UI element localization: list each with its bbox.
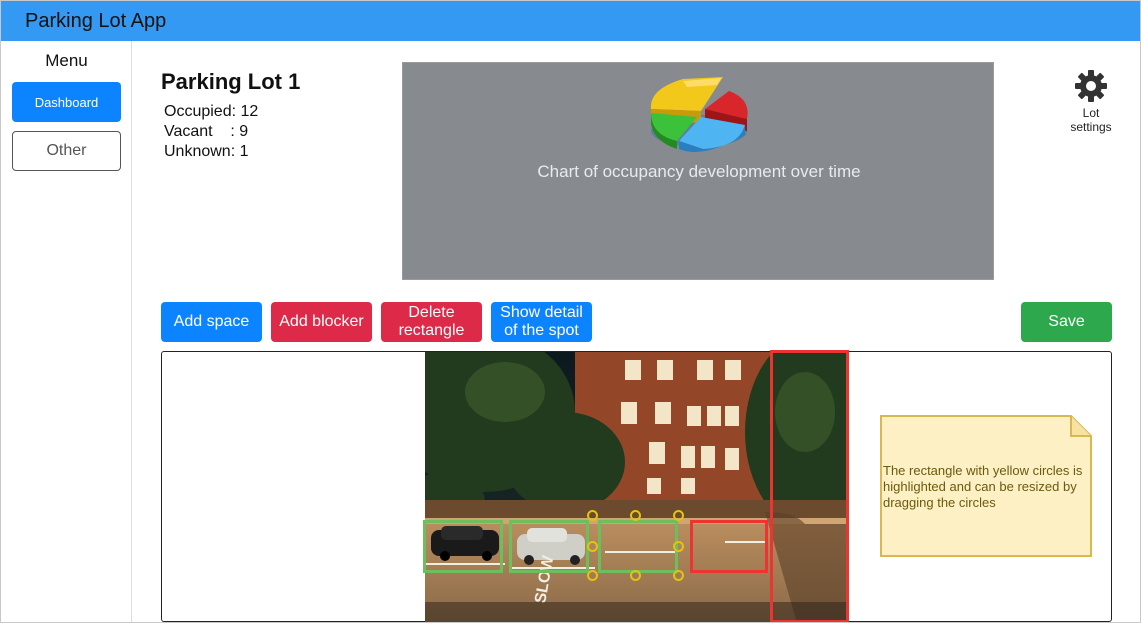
delete-label-line2: rectangle bbox=[398, 322, 465, 339]
page-title: Parking Lot 1 bbox=[161, 69, 301, 94]
app-title: Parking Lot App bbox=[25, 10, 167, 32]
delete-label: Delete rectangle bbox=[399, 304, 465, 340]
sidebar-item-label: Dashboard bbox=[34, 94, 99, 110]
resize-handle[interactable] bbox=[630, 570, 641, 581]
app-header: Parking Lot App bbox=[1, 1, 1140, 41]
pie-chart-icon bbox=[650, 77, 748, 152]
stat-occupied: Occupied: 12 bbox=[164, 103, 259, 120]
sidebar-item-label: Other bbox=[46, 142, 87, 159]
show-detail-button[interactable]: Show detail of the spot bbox=[491, 302, 592, 342]
resize-handle[interactable] bbox=[587, 510, 598, 521]
resize-handle[interactable] bbox=[673, 570, 684, 581]
add-space-button[interactable]: Add space bbox=[161, 302, 262, 342]
lot-stats: Occupied: 12 Vacant : 9 Unknown: 1 bbox=[164, 102, 258, 162]
delete-label-line1: Delete bbox=[408, 304, 455, 321]
resize-handle[interactable] bbox=[673, 510, 684, 521]
settings-label-line2: settings bbox=[1070, 120, 1112, 134]
save-label: Save bbox=[1048, 313, 1085, 330]
detail-label-line2: of the spot bbox=[504, 322, 579, 339]
menu-title: Menu bbox=[45, 51, 88, 70]
resize-handle[interactable] bbox=[630, 510, 641, 521]
lot-settings-button[interactable]: Lot settings bbox=[1061, 69, 1121, 134]
parking-spot-rect-selected[interactable] bbox=[598, 520, 678, 573]
chart-caption: Chart of occupancy development over time bbox=[537, 162, 861, 181]
detail-label-line1: Show detail bbox=[500, 304, 583, 321]
add-blocker-button[interactable]: Add blocker bbox=[271, 302, 372, 342]
detail-label: Show detail of the spot bbox=[500, 304, 583, 340]
sidebar-item-other[interactable]: Other bbox=[12, 131, 121, 171]
settings-label-line1: Lot bbox=[1082, 106, 1100, 120]
gear-icon bbox=[1075, 70, 1107, 102]
resize-handle[interactable] bbox=[587, 570, 598, 581]
save-button[interactable]: Save bbox=[1021, 302, 1112, 342]
sidebar: Menu Dashboard Other bbox=[1, 41, 132, 622]
add-space-label: Add space bbox=[173, 313, 250, 330]
delete-rectangle-button[interactable]: Delete rectangle bbox=[381, 302, 482, 342]
occupancy-chart-placeholder: Chart of occupancy development over time bbox=[402, 62, 994, 280]
blocker-rect-large[interactable] bbox=[770, 350, 849, 622]
app-window: Parking Lot App Menu Dashboard Other Par… bbox=[0, 0, 1141, 623]
add-blocker-label: Add blocker bbox=[279, 313, 364, 330]
blocker-rect[interactable] bbox=[690, 520, 768, 573]
sidebar-item-dashboard[interactable]: Dashboard bbox=[12, 82, 121, 122]
resize-handle[interactable] bbox=[587, 541, 598, 552]
stat-vacant: Vacant : 9 bbox=[164, 123, 249, 140]
parking-spot-rect[interactable] bbox=[509, 520, 589, 573]
resize-handle[interactable] bbox=[673, 541, 684, 552]
stat-unknown: Unknown: 1 bbox=[164, 143, 249, 160]
parking-spot-rect[interactable] bbox=[423, 520, 503, 573]
annotation-note-text: The rectangle with yellow circles is hig… bbox=[883, 463, 1083, 510]
